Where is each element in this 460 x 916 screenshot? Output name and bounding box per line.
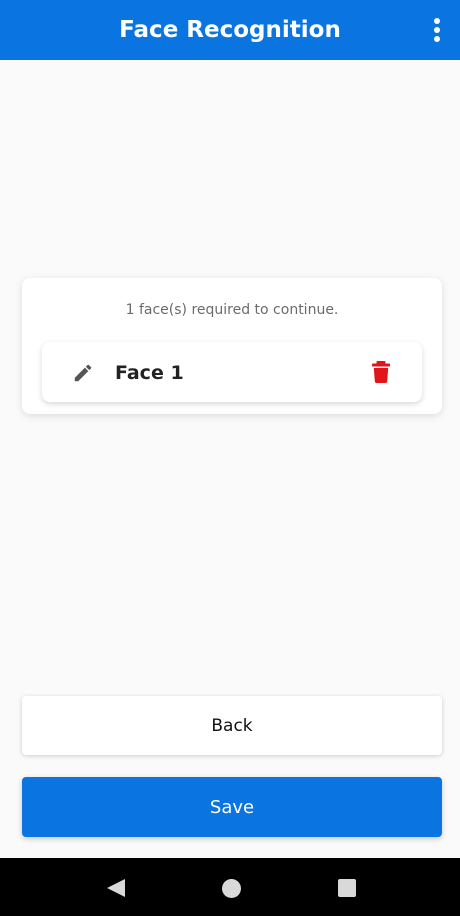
faces-card: 1 face(s) required to continue. Face 1 xyxy=(22,278,442,414)
overflow-menu-button[interactable] xyxy=(426,15,448,45)
trash-icon xyxy=(372,361,390,383)
save-button[interactable]: Save xyxy=(22,777,442,837)
nav-back-icon xyxy=(107,879,125,897)
delete-face-button[interactable] xyxy=(372,361,390,383)
pencil-icon xyxy=(74,364,92,382)
faces-required-text: 1 face(s) required to continue. xyxy=(125,302,339,318)
face-name: Face 1 xyxy=(115,362,184,384)
nav-back-button[interactable] xyxy=(106,878,126,898)
app-bar: Face Recognition xyxy=(0,0,460,60)
system-navigation-bar xyxy=(0,858,460,916)
nav-home-icon[interactable] xyxy=(222,879,241,898)
more-vert-icon xyxy=(434,18,440,42)
nav-recent-apps-icon[interactable] xyxy=(338,879,356,897)
face-list-item[interactable]: Face 1 xyxy=(42,342,422,402)
back-button[interactable]: Back xyxy=(22,696,442,755)
page-title: Face Recognition xyxy=(119,17,341,43)
edit-face-button[interactable] xyxy=(72,362,94,384)
